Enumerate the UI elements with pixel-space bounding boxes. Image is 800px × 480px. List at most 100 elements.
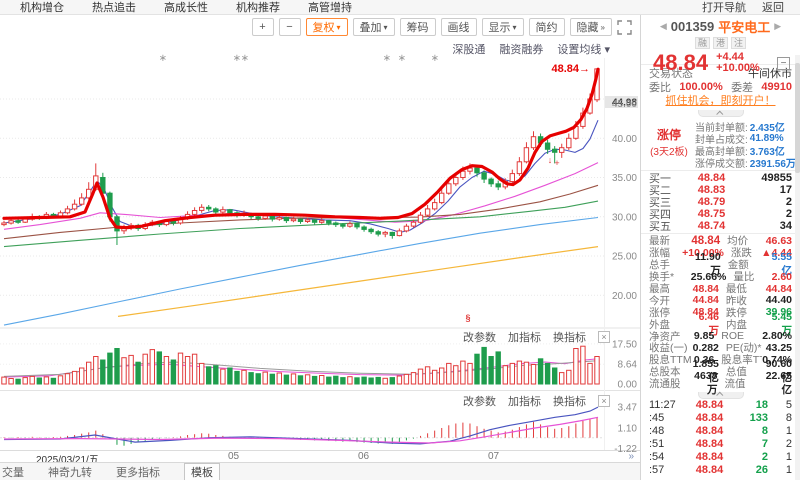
bottom-tab-3[interactable]: 模板 [184, 462, 220, 480]
nav-item-4[interactable]: 高管增持 [308, 0, 352, 15]
chevron-down-icon: ▾ [512, 22, 517, 32]
margin-trading-link[interactable]: 融资融券 [499, 41, 543, 57]
scroll-right-icon[interactable]: » [628, 451, 634, 462]
weibi-label: 委比 [649, 82, 671, 94]
shenzhen-connect-link[interactable]: 深股通 [452, 41, 485, 57]
open-account-link[interactable]: 抓住机会，即刻开户！ [641, 94, 800, 109]
svg-text:0.00: 0.00 [618, 380, 638, 391]
last-price: 48.84 [653, 50, 709, 75]
zoom-out-button[interactable]: − [278, 18, 301, 36]
chart-toolbar: + − 复权 ▾ 叠加 ▾ 筹码 画线 显示 ▾ 简约 隐藏» [251, 18, 633, 36]
stat-row: 流通股 4638万 流值 22.65亿 [649, 370, 792, 397]
svg-text:40.00: 40.00 [612, 134, 637, 145]
chevron-down-icon: ▾ [383, 22, 388, 32]
tick-row: :45 48.84 133 8 [649, 412, 792, 425]
axis-month-05: 05 [228, 451, 240, 462]
toolbar-复权-button[interactable]: 复权 ▾ [305, 18, 348, 36]
stock-tags: 融港注 [647, 37, 794, 49]
top-nav-items: 机构增仓 热点追击 高成长性 机构推荐 高管增持 [20, 0, 380, 15]
limit-up-title: 涨停 [656, 128, 681, 142]
svg-text:20.00: 20.00 [612, 291, 637, 302]
price-change-pct: +10.00% [716, 62, 760, 74]
nav-item-1[interactable]: 热点追击 [92, 0, 136, 15]
svg-text:∗: ∗ [383, 53, 391, 64]
toolbar-buttons: 复权 ▾ 叠加 ▾ 筹码 画线 显示 ▾ 简约 隐藏» [305, 18, 612, 36]
limit-up-row: 涨停成交额: 2391.56万 [695, 158, 796, 170]
candles-layer [1, 68, 600, 446]
tick-row: :51 48.84 7 2 [649, 438, 792, 451]
svg-text:∗: ∗ [431, 53, 439, 64]
toolbar-筹码-button[interactable]: 筹码 [399, 18, 436, 36]
bottom-tab-1[interactable]: 神奇九转 [48, 464, 92, 480]
chart-region: ∗ ∗ ∗ ∗ ∗ ∗ § ↓ +48.84→ 44.98 45.00 40.00 35.00 30.00… [0, 15, 640, 480]
fullscreen-icon[interactable] [617, 19, 632, 35]
bottom-tab-bar: 交量 神奇九转 更多指标 模板 [0, 462, 640, 480]
svg-text:3.47: 3.47 [618, 403, 638, 414]
svg-text:17.50: 17.50 [612, 339, 637, 350]
toolbar-显示-button[interactable]: 显示 ▾ [481, 18, 524, 36]
toolbar-叠加-button[interactable]: 叠加 ▾ [352, 18, 395, 36]
tick-row: :54 48.84 2 1 [649, 451, 792, 464]
top-nav: 机构增仓 热点追击 高成长性 机构推荐 高管增持 打开导航 返回 [0, 0, 800, 15]
panel-header-2[interactable]: 换指标 [553, 329, 586, 345]
toolbar-隐藏-button[interactable]: 隐藏» [569, 18, 612, 36]
bid-row-5: 买五 48.74 34 [649, 220, 792, 233]
nav-item-2[interactable]: 高成长性 [164, 0, 208, 15]
open-navigation-link[interactable]: 打开导航 [702, 0, 746, 15]
close-icon[interactable]: × [598, 331, 610, 343]
panel-header-0[interactable]: 改参数 [463, 393, 496, 409]
panel-header-2[interactable]: 换指标 [553, 393, 586, 409]
svg-text:1.10: 1.10 [618, 424, 638, 435]
limit-up-block: 涨停 (3天2板) 当前封单额: 2.435亿 封单占成交: 41.89% 最高封单额:… [641, 117, 800, 171]
tick-row: :48 48.84 8 1 [649, 425, 792, 438]
macd-panel-header: 改参数 加指标 换指标 × [463, 393, 610, 409]
weicha-value: 49910 [761, 81, 792, 93]
svg-text:35.00: 35.00 [612, 173, 637, 184]
stock-app-window: 机构增仓 热点追击 高成长性 机构推荐 高管增持 打开导航 返回 ∗ ∗ ∗ ∗ ∗ ∗ § ↓ +48… [0, 0, 800, 480]
quote-header: ◀ 001359 平安电工 ▶ 融港注 48.84 +4.44 +10.00% − [641, 15, 800, 75]
ma-settings-link[interactable]: 设置均线 ▾ [557, 41, 610, 57]
svg-text:↓: ↓ [548, 155, 553, 165]
zoom-in-button[interactable]: + [251, 18, 274, 36]
collapse-toggle[interactable] [697, 110, 744, 118]
bottom-tab-2[interactable]: 更多指标 [116, 464, 160, 480]
next-stock-icon[interactable]: ▶ [774, 21, 781, 32]
panel-header-0[interactable]: 改参数 [463, 329, 496, 345]
close-icon[interactable]: × [598, 395, 610, 407]
limit-up-rows: 当前封单额: 2.435亿 封单占成交: 41.89% 最高封单额: 3.763亿 涨停成交… [695, 120, 796, 170]
chart-toolbar-secondary: 深股通 融资融券 设置均线 ▾ [452, 41, 610, 57]
tick-trade-list: 11:27 48.84 18 5:45 48.84 133 8:48 48.84 8 1:51 48… [641, 399, 800, 477]
svg-text:∗: ∗ [241, 53, 249, 64]
weibi-value: 100.00% [679, 81, 723, 93]
axis-month-06: 06 [358, 451, 370, 462]
stock-name: 平安电工 [718, 20, 771, 35]
panel-scrollbar[interactable] [795, 55, 800, 480]
stats-grid: 最新 48.84 均价 46.63 涨幅 +10.00% 涨跌 ▲4.44 总手 11.90万 金额… [641, 234, 800, 397]
svg-text:∗: ∗ [159, 53, 167, 64]
bid-orderbook: 买一 48.84 49855 买二 48.83 17 买三 48.79 2 买四 48.75 2 买五 4… [641, 171, 800, 234]
svg-text:+: + [554, 158, 559, 168]
scrollbar-thumb[interactable] [795, 63, 800, 173]
quote-panel: ◀ 001359 平安电工 ▶ 融港注 48.84 +4.44 +10.00% −… [640, 15, 800, 480]
stock-code: 001359 [670, 19, 715, 34]
stock-tag-1: 港 [712, 37, 728, 49]
stock-tag-2: 注 [731, 37, 747, 49]
toolbar-简约-button[interactable]: 简约 [528, 18, 565, 36]
panel-header-1[interactable]: 加指标 [508, 393, 541, 409]
svg-text:45.00: 45.00 [612, 99, 637, 110]
svg-text:8.64: 8.64 [618, 360, 638, 371]
chevron-down-icon: ▾ [604, 44, 610, 56]
prev-stock-icon[interactable]: ◀ [660, 21, 667, 32]
weicha-label: 委差 [731, 82, 754, 94]
svg-text:30.00: 30.00 [612, 212, 637, 223]
bottom-tab-0[interactable]: 交量 [2, 464, 24, 480]
toolbar-画线-button[interactable]: 画线 [440, 18, 477, 36]
back-link[interactable]: 返回 [762, 0, 784, 15]
minimize-icon[interactable]: − [777, 56, 790, 70]
nav-item-3[interactable]: 机构推荐 [236, 0, 280, 15]
nav-item-0[interactable]: 机构增仓 [20, 0, 64, 15]
svg-text:§: § [465, 313, 470, 323]
volume-panel-header: 改参数 加指标 换指标 × [463, 329, 610, 345]
panel-header-1[interactable]: 加指标 [508, 329, 541, 345]
chevron-down-icon: » [600, 22, 605, 32]
